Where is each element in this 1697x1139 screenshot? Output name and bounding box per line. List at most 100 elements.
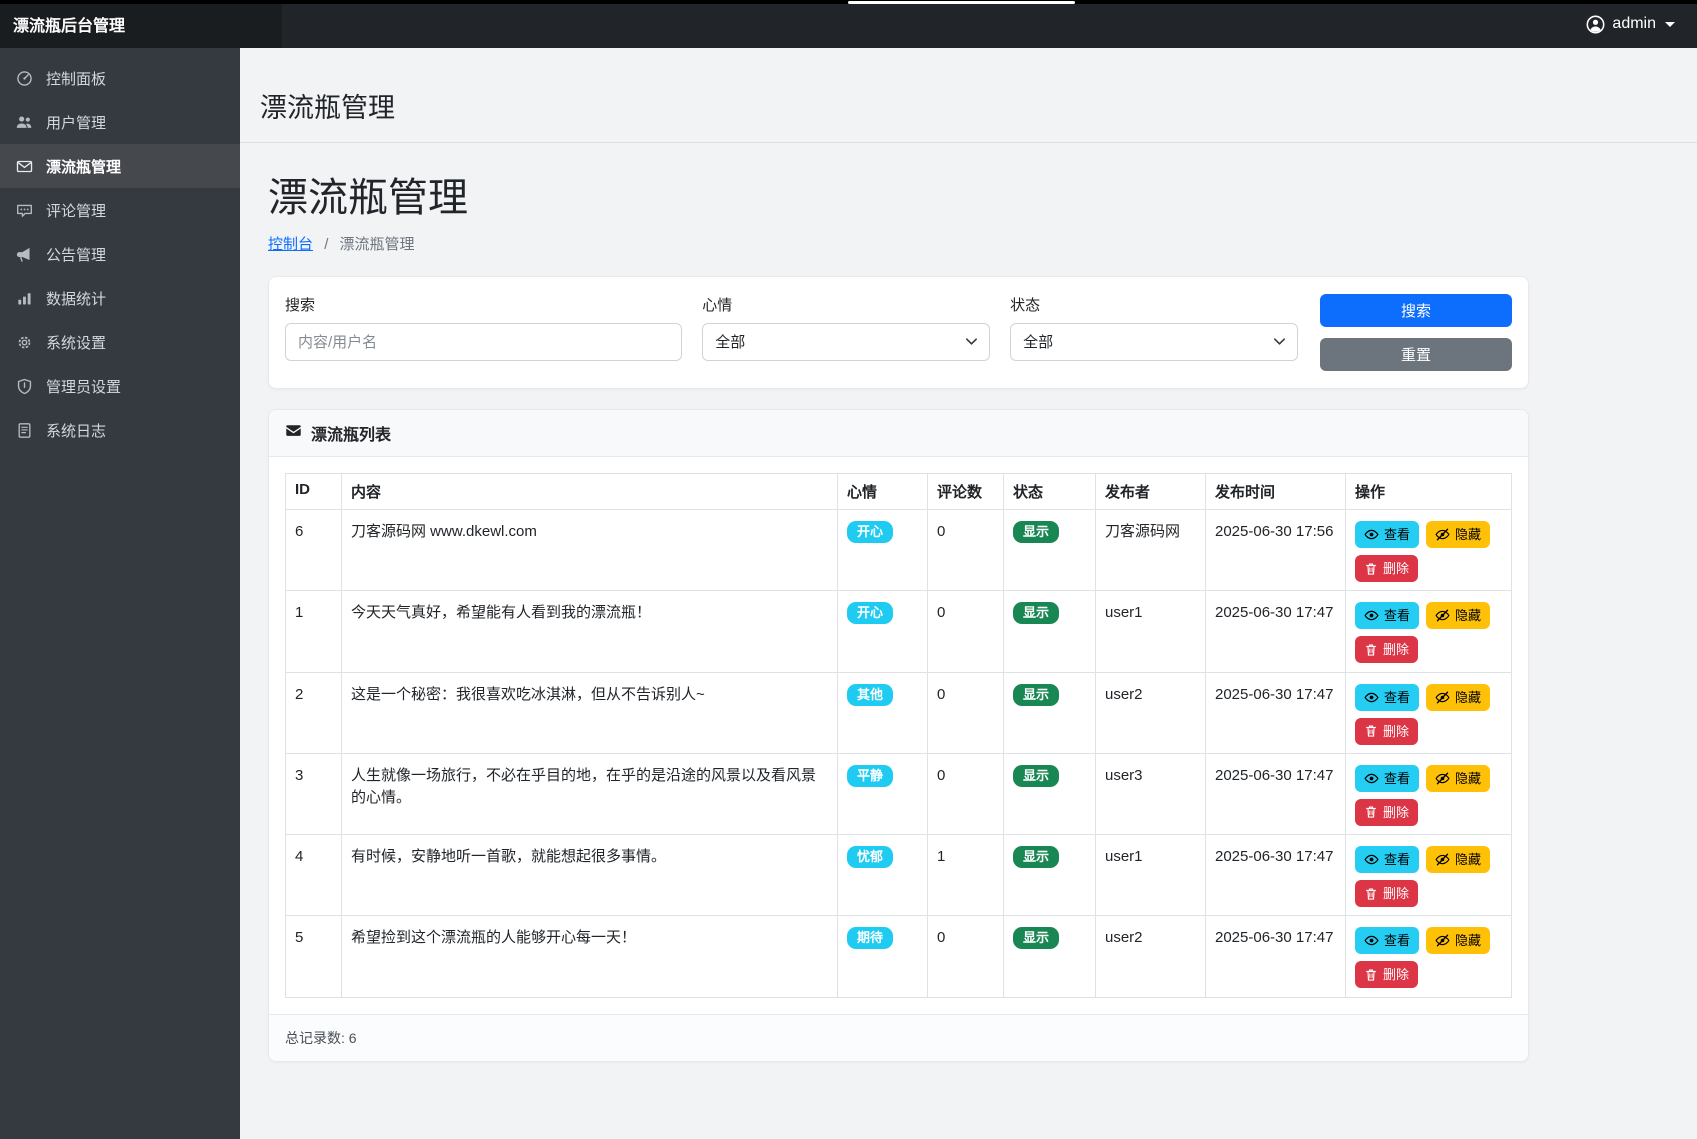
delete-button[interactable]: 删除 (1355, 636, 1418, 663)
cell-actions: 查看 隐藏删除 (1346, 591, 1512, 672)
delete-button[interactable]: 删除 (1355, 718, 1418, 745)
action-row: 查看 隐藏 (1355, 684, 1502, 711)
hide-button[interactable]: 隐藏 (1426, 846, 1490, 873)
cell-status: 显示 (1004, 835, 1096, 916)
cell-comments: 1 (928, 835, 1004, 916)
sidebar-item-admins[interactable]: 管理员设置 (0, 364, 240, 408)
action-label: 删除 (1383, 806, 1409, 819)
table-row: 1今天天气真好，希望能有人看到我的漂流瓶！开心0显示user12025-06-3… (286, 591, 1512, 672)
trash-icon (1364, 562, 1378, 576)
user-menu[interactable]: admin (1564, 0, 1697, 48)
view-button[interactable]: 查看 (1355, 521, 1419, 548)
view-button[interactable]: 查看 (1355, 765, 1419, 792)
action-label: 隐藏 (1455, 691, 1481, 704)
main-area: 漂流瓶管理 漂流瓶管理 控制台 / 漂流瓶管理 搜索 心情 全部 (240, 48, 1697, 1139)
mood-badge: 期待 (847, 927, 893, 949)
reset-button[interactable]: 重置 (1320, 338, 1512, 371)
action-label: 隐藏 (1455, 528, 1481, 541)
person-circle-icon (1586, 15, 1605, 34)
comment-icon (15, 202, 33, 219)
cell-content: 刀客源码网 www.dkewl.com (342, 510, 838, 591)
eye-icon (1364, 852, 1379, 867)
breadcrumb-link-console[interactable]: 控制台 (268, 236, 313, 253)
cell-publisher: user1 (1096, 835, 1206, 916)
eye-slash-icon (1435, 608, 1450, 623)
search-label: 搜索 (285, 294, 682, 315)
user-name: admin (1612, 15, 1656, 33)
eye-icon (1364, 608, 1379, 623)
status-select[interactable]: 全部 (1010, 323, 1298, 361)
action-label: 删除 (1383, 725, 1409, 738)
sidebar-item-announcements[interactable]: 公告管理 (0, 232, 240, 276)
window-drag-handle (848, 1, 1075, 4)
search-input[interactable] (285, 323, 682, 361)
column-header: 发布时间 (1206, 474, 1346, 510)
view-button[interactable]: 查看 (1355, 846, 1419, 873)
sidebar-item-settings[interactable]: 系统设置 (0, 320, 240, 364)
eye-icon (1364, 527, 1379, 542)
eye-icon (1364, 933, 1379, 948)
hide-button[interactable]: 隐藏 (1426, 521, 1490, 548)
column-header: 操作 (1346, 474, 1512, 510)
top-navbar: 漂流瓶后台管理 admin (0, 0, 1697, 48)
cell-status: 显示 (1004, 510, 1096, 591)
breadcrumb-separator: / (324, 236, 328, 253)
status-badge: 显示 (1013, 765, 1059, 787)
cell-status: 显示 (1004, 753, 1096, 834)
sidebar-item-label: 数据统计 (46, 288, 106, 309)
action-label: 删除 (1383, 562, 1409, 575)
table-row: 3人生就像一场旅行，不必在乎目的地，在乎的是沿途的风景以及看风景的心情。平静0显… (286, 753, 1512, 834)
action-row: 查看隐藏 (1355, 927, 1502, 954)
eye-slash-icon (1435, 690, 1450, 705)
sidebar-item-label: 评论管理 (46, 200, 106, 221)
page-header: 漂流瓶管理 (240, 48, 1697, 143)
action-label: 删除 (1383, 887, 1409, 900)
delete-button[interactable]: 删除 (1355, 799, 1418, 826)
sidebar-item-users[interactable]: 用户管理 (0, 100, 240, 144)
hide-button[interactable]: 隐藏 (1426, 684, 1490, 711)
users-icon (15, 114, 33, 131)
sidebar-item-comments[interactable]: 评论管理 (0, 188, 240, 232)
sidebar-item-bottles[interactable]: 漂流瓶管理 (0, 144, 240, 188)
delete-button[interactable]: 删除 (1355, 555, 1418, 582)
view-button[interactable]: 查看 (1355, 684, 1419, 711)
content-title: 漂流瓶管理 (268, 165, 1529, 223)
page-title: 漂流瓶管理 (260, 86, 1677, 125)
content-area: 漂流瓶管理 控制台 / 漂流瓶管理 搜索 心情 全部 状态 (240, 143, 1529, 1062)
cell-datetime: 2025-06-30 17:47 (1206, 835, 1346, 916)
sidebar-item-statistics[interactable]: 数据统计 (0, 276, 240, 320)
action-label: 查看 (1384, 609, 1410, 622)
megaphone-icon (15, 246, 33, 263)
bottle-list-card: 漂流瓶列表 ID内容心情评论数状态发布者发布时间操作 6刀客源码网 www.dk… (268, 409, 1529, 1062)
delete-button[interactable]: 删除 (1355, 880, 1418, 907)
cell-status: 显示 (1004, 916, 1096, 997)
cell-publisher: user3 (1096, 753, 1206, 834)
bottle-list-title: 漂流瓶列表 (311, 421, 391, 445)
hide-button[interactable]: 隐藏 (1426, 927, 1490, 954)
mood-select[interactable]: 全部 (702, 323, 990, 361)
cell-status: 显示 (1004, 591, 1096, 672)
sidebar-item-logs[interactable]: 系统日志 (0, 408, 240, 452)
cell-mood: 忧郁 (838, 835, 928, 916)
sidebar-item-dashboard[interactable]: 控制面板 (0, 56, 240, 100)
window-top-strip (0, 0, 1697, 4)
cell-publisher: user2 (1096, 672, 1206, 753)
table-row: 6刀客源码网 www.dkewl.com开心0显示刀客源码网2025-06-30… (286, 510, 1512, 591)
mood-group: 心情 全部 (702, 294, 990, 361)
mood-badge: 平静 (847, 765, 893, 787)
column-header: 心情 (838, 474, 928, 510)
eye-icon (1364, 690, 1379, 705)
cell-mood: 平静 (838, 753, 928, 834)
cell-comments: 0 (928, 591, 1004, 672)
hide-button[interactable]: 隐藏 (1426, 602, 1490, 629)
cell-comments: 0 (928, 916, 1004, 997)
sidebar-item-label: 漂流瓶管理 (46, 156, 121, 177)
view-button[interactable]: 查看 (1355, 602, 1419, 629)
envelope-icon (285, 422, 302, 444)
delete-button[interactable]: 删除 (1355, 961, 1418, 988)
search-button[interactable]: 搜索 (1320, 294, 1512, 327)
bottle-table: ID内容心情评论数状态发布者发布时间操作 6刀客源码网 www.dkewl.co… (285, 473, 1512, 998)
trash-icon (1364, 887, 1378, 901)
view-button[interactable]: 查看 (1355, 927, 1419, 954)
hide-button[interactable]: 隐藏 (1426, 765, 1490, 792)
